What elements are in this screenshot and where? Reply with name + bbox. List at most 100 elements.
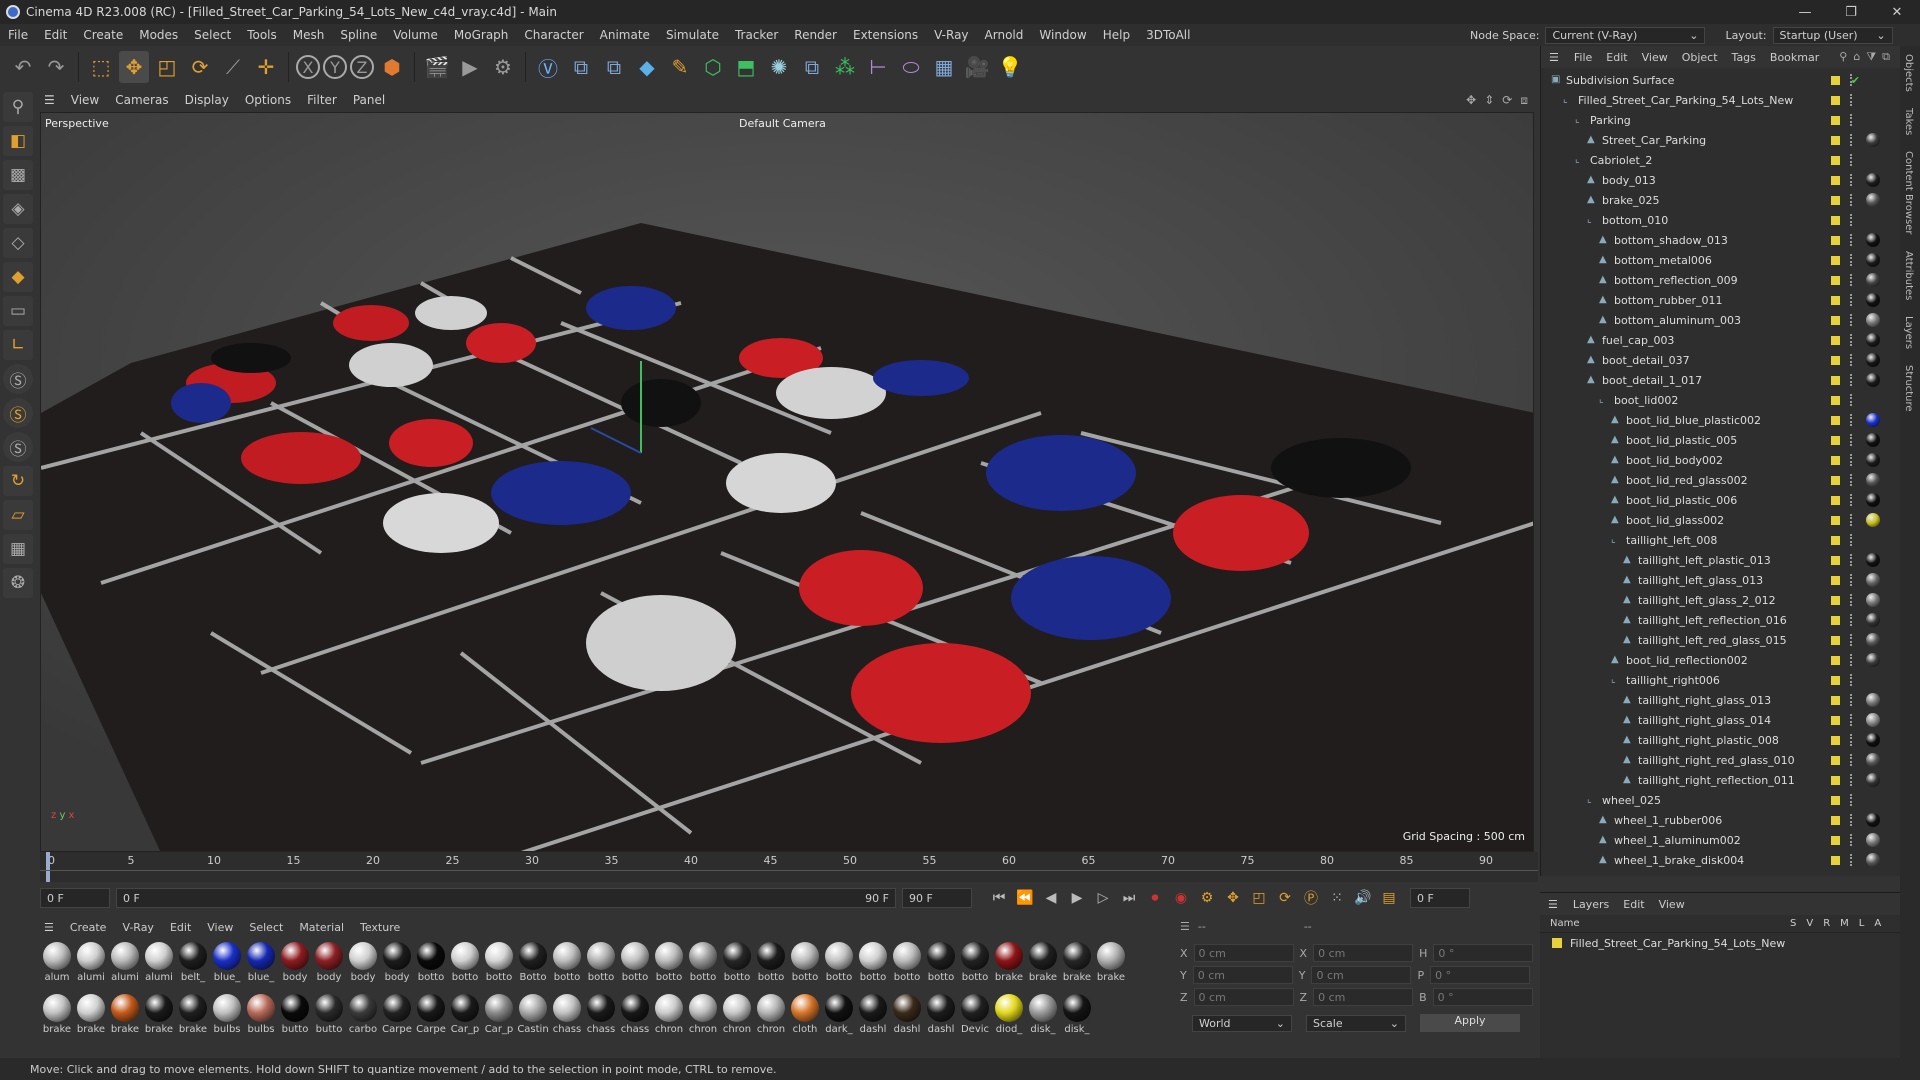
position-x-field[interactable]: 0 cm [1193, 944, 1294, 962]
search-icon[interactable]: ⚲ [1839, 50, 1847, 64]
layer-color-tag[interactable] [1831, 755, 1840, 765]
object-row[interactable]: ⌞ boot_lid002 [1541, 390, 1900, 410]
floor-icon[interactable]: ▦ [929, 51, 959, 83]
side-tab-attributes[interactable]: Attributes [1900, 243, 1917, 308]
menu-item-create[interactable]: Create [75, 28, 131, 42]
redo-icon[interactable]: ↷ [41, 51, 71, 83]
cloner-icon[interactable]: ✺ [764, 51, 794, 83]
keyframe-selection-icon[interactable]: ⚙ [1194, 885, 1220, 911]
transform-tool-icon[interactable]: ✛ [251, 51, 281, 83]
material-swatch[interactable]: brake [142, 992, 176, 1044]
visibility-dots-icon[interactable] [1850, 534, 1854, 546]
transform-mode-dropdown[interactable]: Scale ⌄ [1306, 1014, 1406, 1032]
material-swatch[interactable]: belt_ [176, 940, 210, 992]
visibility-dots-icon[interactable] [1850, 454, 1854, 466]
timeline-ruler[interactable]: 0 5 10 15 20 25 30 35 40 45 50 55 60 65 70 75 80 85 90 [40, 852, 1538, 882]
material-tag-icon[interactable] [1866, 753, 1880, 767]
material-swatch[interactable]: botto [448, 940, 482, 992]
rotation-b-field[interactable]: 0 ° [1432, 988, 1533, 1006]
key-rotation-icon[interactable]: ⟳ [1272, 885, 1298, 911]
object-row[interactable]: ▲ taillight_right_reflection_011 [1541, 770, 1900, 790]
viewport-menu-display[interactable]: Display [177, 93, 237, 107]
layer-color-tag[interactable] [1831, 415, 1840, 425]
layer-color-tag[interactable] [1831, 395, 1840, 405]
material-swatch[interactable]: Carpe [380, 992, 414, 1044]
make-editable-icon[interactable]: ⚲ [3, 92, 33, 122]
size-y-field[interactable]: 0 cm [1311, 966, 1412, 984]
material-swatch[interactable]: chron [754, 992, 788, 1044]
viewport-layout-icon[interactable]: ⧈ [1520, 93, 1528, 108]
material-swatch[interactable]: botto [618, 940, 652, 992]
menu-item-animate[interactable]: Animate [592, 28, 658, 42]
visibility-dots-icon[interactable] [1850, 254, 1854, 266]
object-row[interactable]: ▲ fuel_cap_003 [1541, 330, 1900, 350]
visibility-dots-icon[interactable] [1850, 354, 1854, 366]
layer-color-tag[interactable] [1831, 775, 1840, 785]
material-swatch[interactable]: disk_ [1026, 992, 1060, 1044]
object-row[interactable]: ▲ taillight_left_glass_013 [1541, 570, 1900, 590]
home-icon[interactable]: ⌂ [1853, 50, 1860, 64]
material-swatch[interactable]: botto [482, 940, 516, 992]
material-swatch[interactable]: dashl [890, 992, 924, 1044]
layer-color-tag[interactable] [1831, 695, 1840, 705]
material-swatch[interactable]: diod_ [992, 992, 1026, 1044]
material-swatch[interactable]: chron [652, 992, 686, 1044]
position-y-field[interactable]: 0 cm [1192, 966, 1293, 984]
material-swatch[interactable]: botto [754, 940, 788, 992]
material-swatch[interactable]: Car_p [482, 992, 516, 1044]
object-row[interactable]: ▲ boot_lid_red_glass002 [1541, 470, 1900, 490]
x-axis-lock-icon[interactable]: X [296, 55, 320, 79]
layer-color-tag[interactable] [1831, 295, 1840, 305]
key-pla-icon[interactable]: ⁙ [1324, 885, 1350, 911]
layer-color-tag[interactable] [1831, 655, 1840, 665]
material-swatch[interactable]: dark_ [822, 992, 856, 1044]
visibility-dots-icon[interactable] [1850, 194, 1854, 206]
material-swatch[interactable]: body [278, 940, 312, 992]
layer-color-tag[interactable] [1831, 535, 1840, 545]
material-swatch[interactable]: Botto [516, 940, 550, 992]
material-swatch[interactable]: bulbs [210, 992, 244, 1044]
object-row[interactable]: ▲ boot_detail_037 [1541, 350, 1900, 370]
layer-color-tag[interactable] [1831, 275, 1840, 285]
material-swatch[interactable]: brake [1060, 940, 1094, 992]
material-tag-icon[interactable] [1866, 293, 1880, 307]
visibility-dots-icon[interactable] [1850, 214, 1854, 226]
object-row[interactable]: ▲ taillight_right_plastic_008 [1541, 730, 1900, 750]
material-swatch[interactable]: botto [414, 940, 448, 992]
material-tag-icon[interactable] [1866, 553, 1880, 567]
menu-item-help[interactable]: Help [1095, 28, 1138, 42]
material-tag-icon[interactable] [1866, 173, 1880, 187]
previous-key-icon[interactable]: ⏪ [1012, 885, 1038, 911]
camera-label[interactable]: Default Camera [739, 117, 826, 130]
material-tag-icon[interactable] [1866, 513, 1880, 527]
live-selection-icon[interactable]: ⬚ [86, 51, 116, 83]
sound-icon[interactable]: 🔊 [1350, 885, 1376, 911]
menu-item-mesh[interactable]: Mesh [285, 28, 333, 42]
material-swatch[interactable]: chron [720, 992, 754, 1044]
layer-color-tag[interactable] [1831, 615, 1840, 625]
move-tool-icon[interactable]: ✥ [119, 51, 149, 83]
material-swatch[interactable]: brake [176, 992, 210, 1044]
material-swatch[interactable]: botto [584, 940, 618, 992]
cube-primitive-icon[interactable]: ◆ [632, 51, 662, 83]
visibility-dots-icon[interactable] [1850, 814, 1854, 826]
visibility-dots-icon[interactable] [1850, 314, 1854, 326]
maximize-button[interactable]: ❐ [1828, 0, 1874, 24]
object-row[interactable]: ▲ taillight_right_glass_013 [1541, 690, 1900, 710]
viewport-menu-filter[interactable]: Filter [299, 93, 345, 107]
coordinate-space-dropdown[interactable]: World ⌄ [1192, 1014, 1292, 1032]
material-tag-icon[interactable] [1866, 613, 1880, 627]
menu-item-window[interactable]: Window [1031, 28, 1094, 42]
material-tag-icon[interactable] [1866, 373, 1880, 387]
mograph-icon[interactable]: ⁂ [830, 51, 860, 83]
layer-color-tag[interactable] [1831, 635, 1840, 645]
visibility-dots-icon[interactable] [1850, 834, 1854, 846]
grid-icon[interactable]: ▦ [3, 534, 33, 564]
visibility-dots-icon[interactable] [1850, 554, 1854, 566]
menu-item-vray[interactable]: V-Ray [926, 28, 976, 42]
material-swatch[interactable]: alumi [74, 940, 108, 992]
material-tag-icon[interactable] [1866, 633, 1880, 647]
object-row[interactable]: ▲ taillight_left_plastic_013 [1541, 550, 1900, 570]
object-row[interactable]: ▲ bottom_reflection_009 [1541, 270, 1900, 290]
material-menu-texture[interactable]: Texture [352, 921, 408, 934]
